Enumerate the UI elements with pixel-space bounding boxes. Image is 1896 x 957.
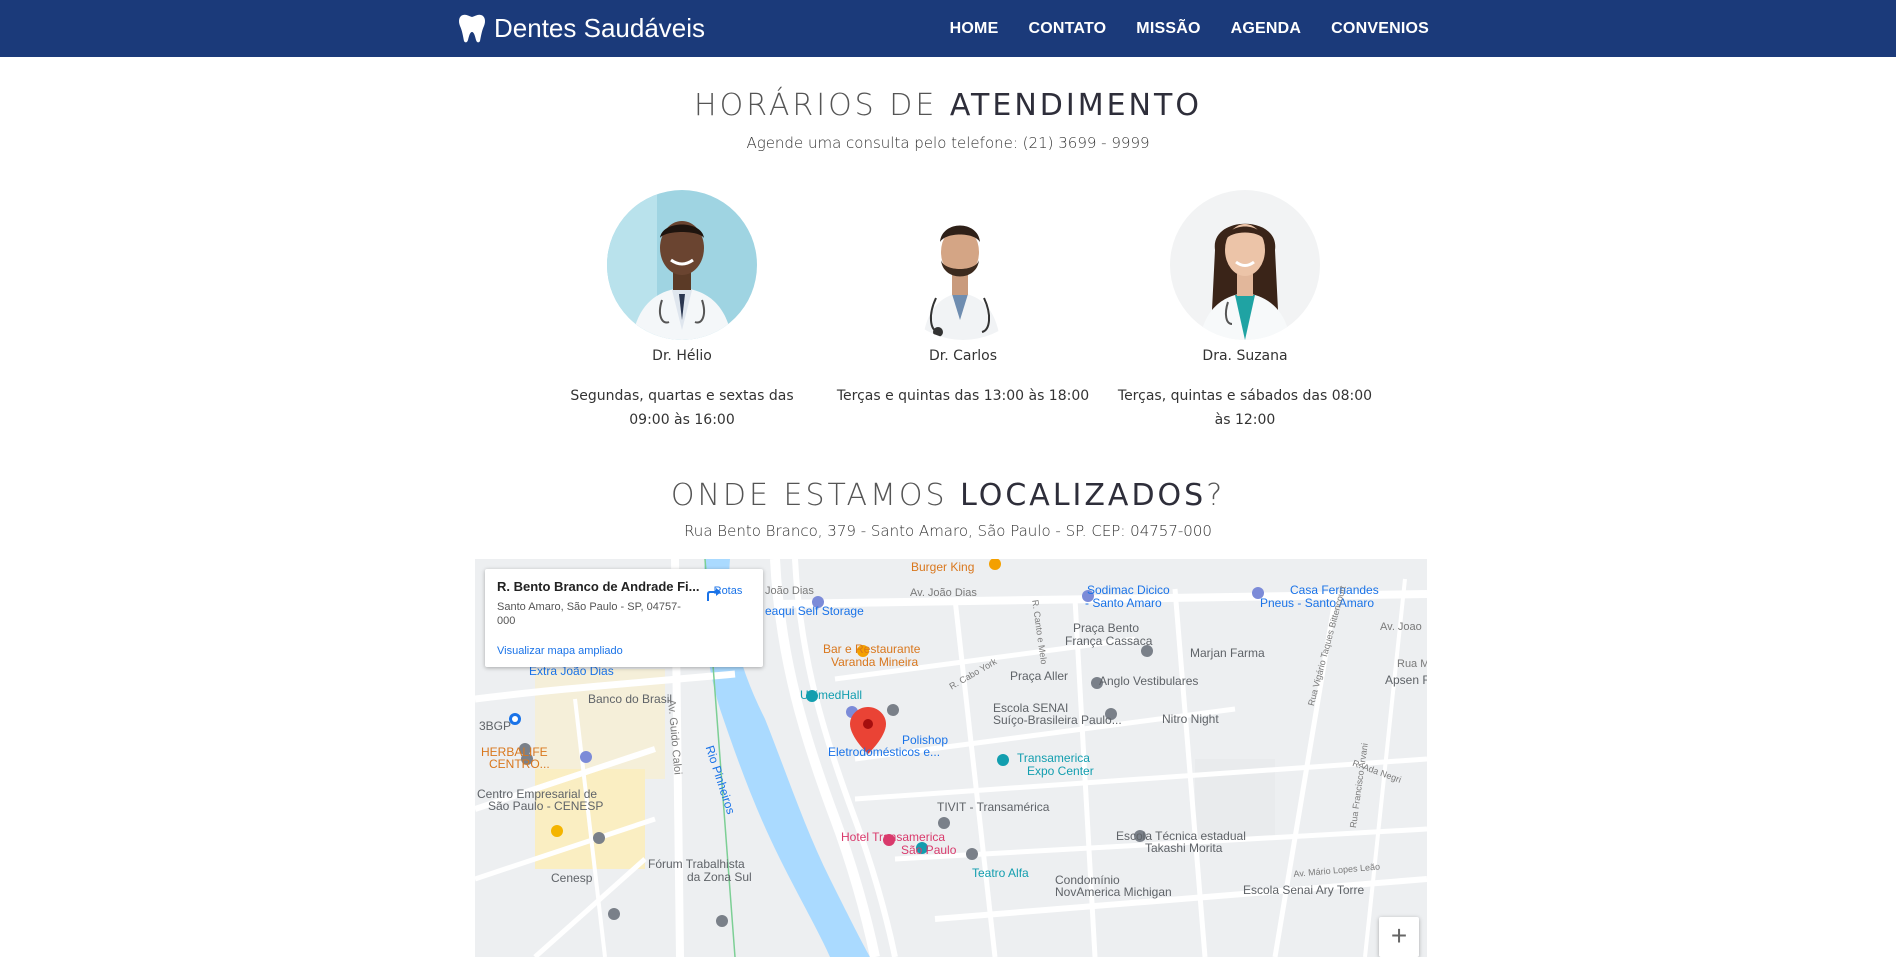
map-info-card: R. Bento Branco de Andrade Fi... Santo A… — [485, 569, 763, 667]
doctor-photo-suzana — [1170, 190, 1320, 340]
map-label: CENTRO... — [489, 757, 550, 771]
location-heading-bold: LOCALIZADOS — [960, 478, 1207, 513]
location-address: Rua Bento Branco, 379 - Santo Amaro, São… — [684, 522, 1212, 540]
brand[interactable]: Dentes Saudáveis — [458, 8, 705, 48]
brand-name: Dentes Saudáveis — [494, 12, 706, 43]
map-label: eaqui Self Storage — [765, 604, 864, 618]
doctor-hours: Segundas, quartas e sextas das 09:00 às … — [570, 388, 794, 428]
zoom-in-button[interactable]: + — [1379, 917, 1419, 957]
nav-convenios[interactable]: CONVENIOS — [1331, 20, 1429, 38]
map-label: Expo Center — [1027, 764, 1094, 778]
map-label: Marjan Farma — [1190, 646, 1265, 660]
map-label: 3BGP — [479, 719, 512, 733]
schedule-heading-light: HORÁRIOS DE — [694, 88, 950, 123]
map-label: Apsen F — [1385, 673, 1427, 687]
schedule-subtitle: Agende uma consulta pelo telefone: (21) … — [746, 134, 1150, 152]
map-label: Eletrodomésticos e... — [828, 745, 941, 759]
view-larger-map-link[interactable]: Visualizar mapa ampliado — [497, 645, 623, 657]
embedded-map[interactable]: Burger King João Dias Av. João Dias Sodi… — [475, 559, 1427, 957]
nav-home[interactable]: HOME — [950, 20, 999, 38]
doctor-card: Dra. Suzana Terças, quintas e sábados da… — [1100, 190, 1390, 432]
schedule-heading: HORÁRIOS DE ATENDIMENTO — [0, 88, 1896, 123]
doctor-card: Dr. Carlos Terças e quintas das 13:00 às… — [818, 190, 1108, 408]
map-place-address: Santo Amaro, São Paulo - SP, 04757-000 — [497, 601, 681, 627]
directions-button[interactable]: Rotas — [703, 583, 753, 601]
main-nav: HOME CONTATO MISSÃO AGENDA CONVENIOS — [920, 0, 1429, 57]
doctor-photo-helio — [607, 190, 757, 340]
map-label: Pneus - Santo Amaro — [1260, 596, 1375, 610]
doctor-name: Dra. Suzana — [1202, 348, 1288, 364]
map-place-title: R. Bento Branco de Andrade Fi... — [497, 579, 700, 594]
map-label: Suíço-Brasileira Paulo... — [993, 713, 1122, 727]
doctor-name: Dr. Hélio — [652, 348, 712, 364]
map-label: TIVIT - Transamérica — [937, 800, 1050, 814]
doctor-hours: Terças, quintas e sábados das 08:00 às 1… — [1117, 388, 1373, 428]
directions-icon — [707, 588, 721, 601]
map-label: NovAmerica Michigan — [1055, 885, 1172, 899]
doctors-list: Dr. Hélio Segundas, quartas e sextas das… — [530, 190, 1372, 440]
map-label: Rua Ma — [1397, 658, 1427, 670]
nav-contato[interactable]: CONTATO — [1028, 20, 1106, 38]
map-label: Av. João Dias — [910, 587, 977, 599]
doctor-card: Dr. Hélio Segundas, quartas e sextas das… — [537, 190, 827, 432]
map-label: da Zona Sul — [687, 870, 752, 884]
map-label: São Paulo - CENESP — [488, 799, 604, 813]
map-label: Burger King — [911, 560, 975, 574]
map-label: França Cassaca — [1065, 634, 1153, 648]
location-heading-end: ? — [1206, 478, 1226, 513]
map-label: UnimedHall — [800, 688, 863, 702]
schedule-heading-bold: ATENDIMENTO — [949, 88, 1202, 123]
doctor-photo-carlos — [888, 190, 1038, 340]
map-label: Escola Senai Ary Torre — [1243, 883, 1365, 897]
map-label: - Santo Amaro — [1085, 596, 1162, 610]
map-label: São Paulo — [901, 843, 957, 857]
map-label: Cenesp — [551, 871, 593, 885]
map-label: Praça Aller — [1010, 669, 1069, 683]
map-label: Takashi Morita — [1145, 841, 1223, 855]
location-heading-light: ONDE ESTAMOS — [670, 478, 961, 513]
map-label: Av. Joao — [1380, 621, 1422, 633]
tooth-icon — [459, 14, 485, 43]
location-heading: ONDE ESTAMOS LOCALIZADOS? — [0, 478, 1896, 513]
map-label: Banco do Brasil — [588, 692, 673, 706]
map-label: Anglo Vestibulares — [1099, 674, 1199, 688]
nav-agenda[interactable]: AGENDA — [1231, 20, 1302, 38]
map-label: Nitro Night — [1162, 712, 1219, 726]
map-label: Varanda Mineira — [831, 655, 919, 669]
doctor-hours: Terças e quintas das 13:00 às 18:00 — [836, 388, 1090, 404]
map-label: João Dias — [765, 585, 814, 597]
doctor-name: Dr. Carlos — [928, 348, 997, 364]
nav-missao[interactable]: MISSÃO — [1136, 20, 1200, 38]
top-navbar: Dentes Saudáveis HOME CONTATO MISSÃO AGE… — [0, 0, 1896, 57]
map-label: Teatro Alfa — [972, 866, 1029, 880]
